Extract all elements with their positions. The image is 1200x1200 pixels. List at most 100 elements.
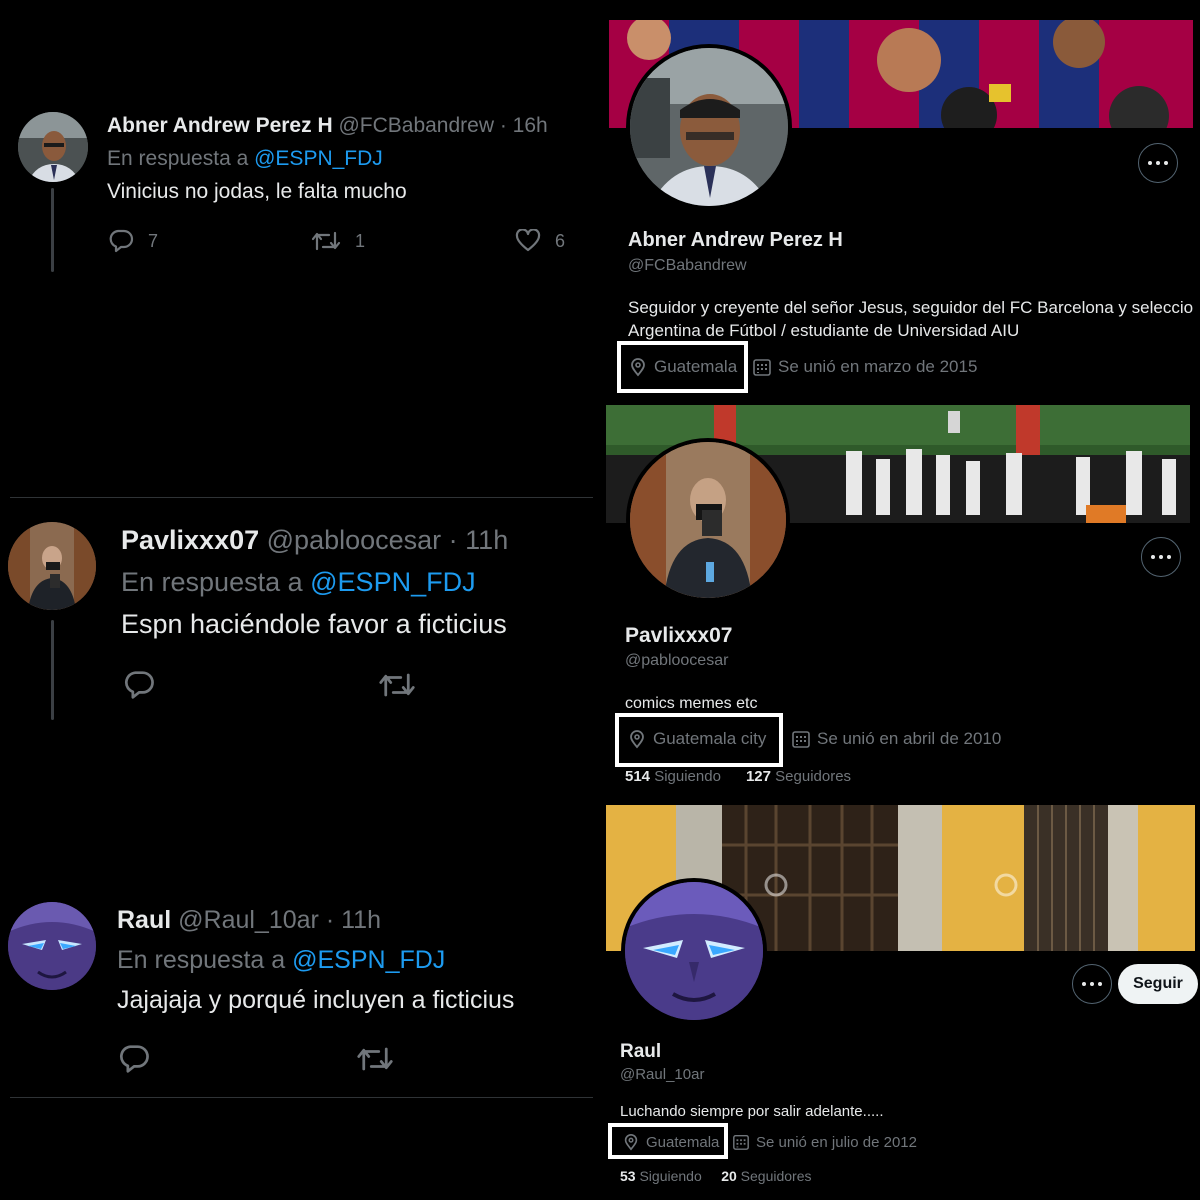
avatar-photo (625, 882, 763, 1020)
avatar[interactable] (8, 522, 96, 610)
followers-link[interactable]: 20 Seguidores (721, 1168, 811, 1184)
author-name[interactable]: Pavlixxx07 (121, 525, 259, 555)
profile-card-abner: Abner Andrew Perez H @FCBabandrew Seguid… (606, 20, 1200, 395)
following-label: Siguiendo (639, 1168, 702, 1184)
calendar-icon (792, 731, 810, 748)
avatar-photo (18, 112, 88, 182)
profile-name: Abner Andrew Perez H (628, 229, 843, 251)
tweet-header: Abner Andrew Perez H @FCBabandrew · 16h (107, 114, 548, 138)
profile-joined: Se unió en abril de 2010 (791, 729, 1001, 749)
reply-icon (109, 229, 134, 253)
like-button[interactable]: 6 (515, 229, 565, 253)
tweet-time[interactable]: · 11h (326, 906, 381, 934)
profile-name: Pavlixxx07 (625, 624, 733, 647)
tweet-header: Pavlixxx07 @pabloocesar · 11h (121, 525, 508, 556)
reply-button[interactable]: 7 (108, 229, 158, 253)
reply-count: 7 (148, 230, 159, 251)
joined-text: Se unió en abril de 2010 (817, 729, 1002, 748)
profile-avatar[interactable] (626, 44, 792, 210)
following-count: 514 (625, 768, 651, 785)
avatar-photo (8, 902, 96, 990)
profile-name: Raul (620, 1041, 662, 1062)
more-icon (1151, 555, 1155, 559)
followers-count: 20 (721, 1168, 737, 1184)
follow-stats: 53 Siguiendo 20 Seguidores (620, 1168, 812, 1184)
followers-link[interactable]: 127 Seguidores (746, 768, 851, 785)
bio-line: Argentina de Fútbol / estudiante de Univ… (628, 321, 1020, 340)
location-highlight-box (615, 713, 783, 767)
avatar[interactable] (8, 902, 96, 990)
follow-stats: 514 Siguiendo 127 Seguidores (625, 768, 851, 785)
location-highlight-box (617, 341, 748, 393)
avatar[interactable] (18, 112, 88, 182)
reply-mention[interactable]: @ESPN_FDJ (310, 567, 475, 597)
author-handle[interactable]: @Raul_10ar (178, 906, 319, 934)
profile-card-pavlixxx: Pavlixxx07 @pabloocesar comics memes etc… (606, 405, 1200, 797)
location-highlight-box (608, 1123, 728, 1159)
retweet-count: 1 (355, 230, 366, 251)
profile-handle: @Raul_10ar (620, 1066, 705, 1083)
thread-line (51, 188, 54, 272)
profile-handle: @pabloocesar (625, 652, 729, 669)
author-handle[interactable]: @pabloocesar (267, 525, 442, 555)
reply-mention[interactable]: @ESPN_FDJ (254, 147, 383, 170)
tweet-raul[interactable]: Raul @Raul_10ar · 11h En respuesta a @ES… (0, 880, 600, 1100)
reply-button[interactable] (118, 1044, 150, 1074)
profile-bio: Luchando siempre por salir adelante..... (620, 1100, 884, 1123)
tweet-time[interactable]: · 16h (500, 114, 548, 137)
tweet-time[interactable]: · 11h (449, 525, 509, 555)
bio-line: Luchando siempre por salir adelante..... (620, 1103, 884, 1120)
profile-bio: Seguidor y creyente del señor Jesus, seg… (628, 296, 1193, 342)
calendar-icon (753, 359, 771, 376)
tweet-pavlixxx[interactable]: Pavlixxx07 @pabloocesar · 11h En respues… (0, 498, 600, 798)
bio-line: Seguidor y creyente del señor Jesus, seg… (628, 298, 1194, 317)
retweet-icon (357, 1047, 393, 1071)
tweet-header: Raul @Raul_10ar · 11h (117, 906, 381, 935)
reply-button[interactable] (123, 670, 155, 700)
author-handle[interactable]: @FCBabandrew (338, 114, 494, 137)
more-button[interactable] (1138, 143, 1178, 183)
thread-line (51, 620, 54, 720)
tweet-text: Jajajaja y porqué incluyen a ficticius (117, 986, 515, 1014)
follow-button[interactable]: Seguir (1118, 964, 1198, 1004)
followers-label: Seguidores (775, 768, 852, 785)
retweet-icon (311, 231, 341, 251)
reply-context: En respuesta a @ESPN_FDJ (117, 946, 445, 975)
following-count: 53 (620, 1168, 636, 1184)
followers-count: 127 (745, 768, 771, 785)
profile-avatar[interactable] (621, 878, 767, 1024)
profile-card-raul: Seguir Raul @Raul_10ar Luchando siempre … (606, 805, 1200, 1200)
following-label: Siguiendo (654, 768, 721, 785)
reply-mention[interactable]: @ESPN_FDJ (292, 946, 445, 974)
more-button[interactable] (1141, 537, 1181, 577)
bio-line: comics memes etc (625, 695, 758, 712)
tweet-divider (10, 1097, 593, 1098)
reply-icon (119, 1045, 149, 1073)
following-link[interactable]: 514 Siguiendo (625, 768, 721, 785)
like-count: 6 (555, 230, 566, 251)
tweet-text: Espn haciéndole favor a ficticius (121, 609, 507, 639)
author-name[interactable]: Raul (117, 906, 171, 934)
retweet-button[interactable] (356, 1044, 394, 1074)
avatar-photo (630, 48, 788, 206)
following-link[interactable]: 53 Siguiendo (620, 1168, 702, 1184)
reply-context: En respuesta a @ESPN_FDJ (107, 147, 383, 171)
joined-text: Se unió en julio de 2012 (756, 1133, 917, 1151)
profile-bio: comics memes etc (625, 692, 757, 715)
more-icon (1148, 161, 1152, 165)
profile-joined: Se unió en julio de 2012 (732, 1133, 917, 1151)
joined-text: Se unió en marzo de 2015 (778, 357, 978, 376)
retweet-button[interactable] (378, 670, 416, 700)
more-button[interactable] (1072, 964, 1112, 1004)
retweet-button[interactable]: 1 (311, 229, 365, 253)
calendar-icon (733, 1134, 749, 1150)
author-name[interactable]: Abner Andrew Perez H (107, 114, 333, 137)
followers-label: Seguidores (740, 1168, 812, 1184)
avatar-photo (8, 522, 96, 610)
tweet-abner[interactable]: Abner Andrew Perez H @FCBabandrew · 16h … (0, 0, 600, 300)
profile-avatar[interactable] (626, 438, 790, 602)
reply-icon (124, 671, 154, 699)
avatar-photo (630, 442, 786, 598)
reply-prefix: En respuesta a (121, 567, 303, 597)
profile-handle: @FCBabandrew (628, 257, 747, 274)
